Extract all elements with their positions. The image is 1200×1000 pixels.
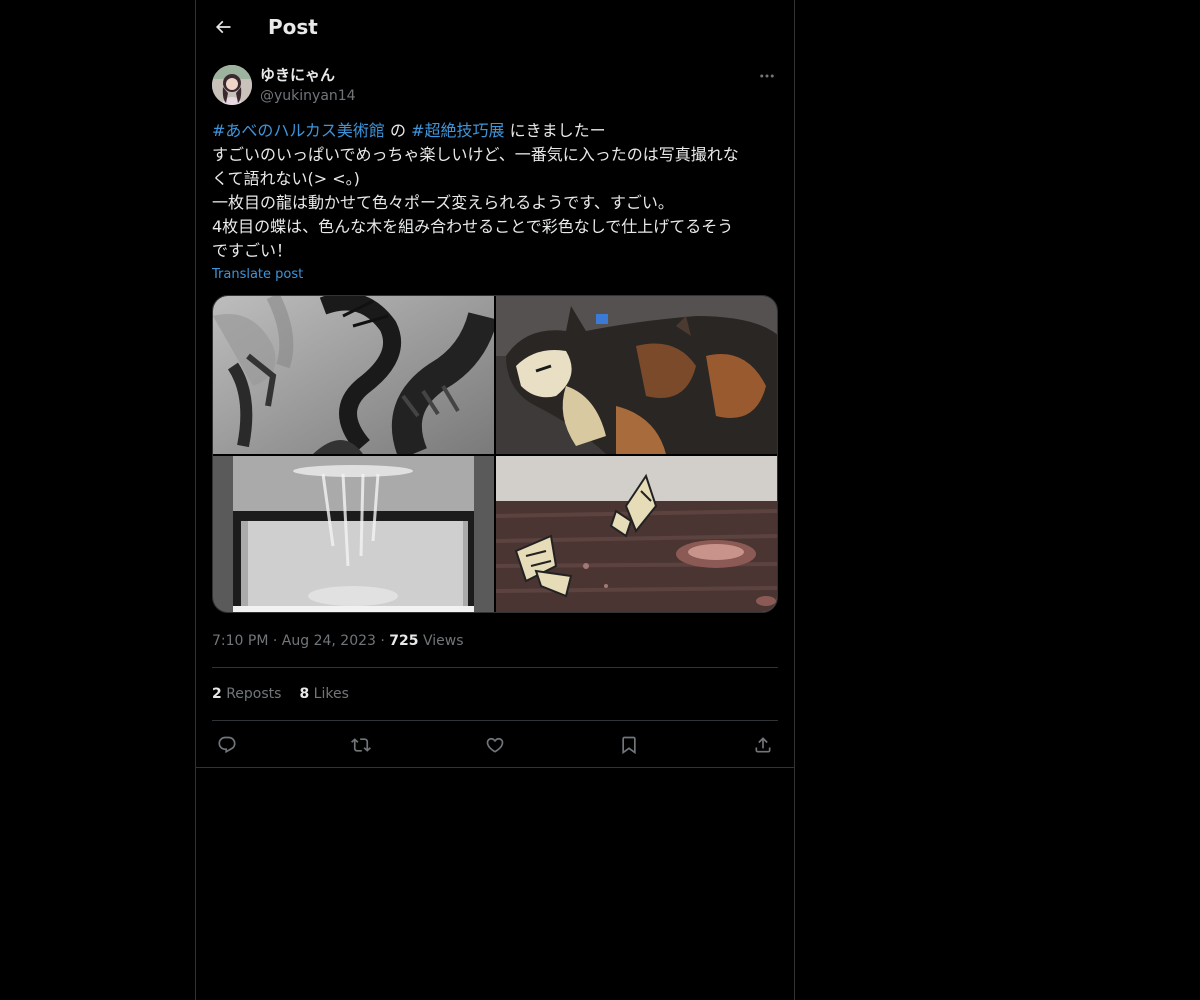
hashtag-link[interactable]: #超絶技巧展 [411,121,504,140]
reply-icon [218,736,236,754]
repost-button[interactable] [346,730,376,760]
media-grid [212,295,778,613]
avatar-image [212,65,252,105]
dragon-sculpture-photo [213,296,494,454]
tweet-line: 一枚目の龍は動かせて色々ポーズ変えられるようです、すごい。 [212,193,674,212]
avatar[interactable] [212,65,252,105]
photo-4[interactable] [496,456,777,612]
glass-case-sculpture-photo [213,456,494,612]
divider [212,720,778,721]
divider [212,667,778,668]
like-button[interactable] [480,730,510,760]
likes-count: 8 [299,686,310,702]
post-bottom-border [196,767,794,768]
cat-sculpture-photo [496,296,777,454]
share-button[interactable] [748,730,778,760]
hashtag-link[interactable]: #あべのハルカス美術館 [212,121,385,140]
user-handle[interactable]: @yukinyan14 [260,86,356,106]
repost-icon [351,738,371,752]
tweet-line: すごいのいっぱいでめっちゃ楽しいけど、一番気に入ったのは写真撮れな [212,145,739,164]
engagement-stats: 2 Reposts 8 Likes [212,684,367,704]
photo-2[interactable] [496,296,777,454]
author-row: ゆきにゃん @yukinyan14 [212,65,778,107]
photo-1[interactable] [213,296,494,454]
meta-separator: · [375,633,390,649]
likes-stat[interactable]: 8 Likes [299,684,348,704]
likes-label: Likes [309,686,349,702]
like-icon [486,737,504,753]
tweet-line: #あべのハルカス美術館 の #超絶技巧展 にきましたー [212,119,778,143]
reposts-count: 2 [212,686,222,702]
translate-post-link[interactable]: Translate post [212,265,303,285]
post-date-link[interactable]: Aug 24, 2023 [282,633,376,649]
tweet-line: くて語れない(> <。) [212,169,360,188]
photo-3[interactable] [213,456,494,612]
share-icon [755,737,771,753]
views-label: Views [418,633,464,649]
display-name[interactable]: ゆきにゃん [260,65,335,85]
reposts-label: Reposts [221,686,282,702]
reply-button[interactable] [212,730,242,760]
more-button[interactable] [756,65,778,87]
tweet-line: ですごい！ [212,241,293,260]
tweet-text-fragment: の [384,121,412,140]
bookmark-button[interactable] [614,730,644,760]
views-count: 725 [389,633,419,649]
action-bar [212,730,778,760]
post-time-link[interactable]: 7:10 PM [212,633,268,649]
tweet-text: #あべのハルカス美術館 の #超絶技巧展 にきましたー すごいのいっぱいでめっち… [212,119,778,263]
butterfly-wood-sculpture-photo [496,456,777,612]
page-title: Post [268,15,318,39]
tweet-text-fragment: にきましたー [504,121,606,140]
meta-separator: · [268,633,282,649]
arrow-left-icon [215,20,231,34]
more-horizontal-icon [760,74,774,78]
post-column: Post ゆきにゃん @yukinyan14 #あべのハルカス美術館 の #超絶… [195,0,795,1000]
tweet-line: 4枚目の蝶は、色んな木を組み合わせることで彩色なしで仕上げてるそう [212,217,734,236]
reposts-stat[interactable]: 2 Reposts [212,684,281,704]
bookmark-icon [622,736,636,755]
header: Post [196,0,794,54]
back-button[interactable] [206,9,240,45]
post-meta: 7:10 PM · Aug 24, 2023 · 725 Views [212,631,463,651]
